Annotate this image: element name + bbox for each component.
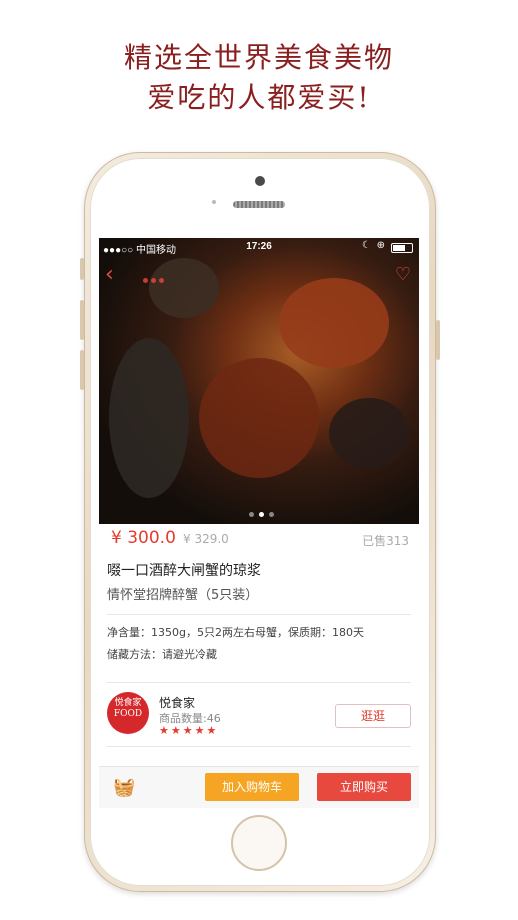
crab-leg-shape xyxy=(109,338,189,498)
shop-rating-stars: ★★★★★ xyxy=(159,724,219,737)
volume-down-button xyxy=(80,350,84,390)
proximity-sensor xyxy=(212,200,216,204)
promo-headline-line1: 精选全世界美食美物 xyxy=(123,41,394,74)
shop-name[interactable]: 悦食家 xyxy=(159,694,195,711)
promo-headline-line2: 爱吃的人都爱买! xyxy=(147,81,371,114)
product-spec: 净含量：1350g，5只2两左右母蟹，保质期：180天 xyxy=(107,626,364,639)
crab-body-shape xyxy=(199,358,319,478)
mute-switch xyxy=(80,258,84,280)
pager-dot xyxy=(269,512,274,517)
current-price: ¥ 300.0 xyxy=(111,528,176,548)
pager-dot-active xyxy=(259,512,264,517)
crab-shell-shape xyxy=(149,258,219,318)
crab-claw-shape xyxy=(329,398,409,468)
bottom-action-bar: 🧺 加入购物车 立即购买 xyxy=(99,766,419,808)
favorite-heart-icon[interactable]: ♡ xyxy=(395,264,411,285)
pager-dot xyxy=(249,512,254,517)
visit-shop-button[interactable]: 逛逛 xyxy=(335,704,411,728)
original-price: ¥ 329.0 xyxy=(183,532,229,546)
shop-logo-text: 悦食家 xyxy=(114,698,142,708)
shop-logo-subtext: FOOD xyxy=(113,709,143,719)
app-screen: ●●●○○ 中国移动 17:26 ☾ ⊕ ‹ ♡ ¥ 300.0 ¥ 329.0… xyxy=(99,238,419,808)
home-button[interactable] xyxy=(231,815,287,871)
product-storage: 储藏方法：请避光冷藏 xyxy=(107,648,217,661)
image-pager xyxy=(249,502,279,521)
earpiece-speaker xyxy=(233,201,285,208)
price-row: ¥ 300.0 ¥ 329.0 已售313 xyxy=(99,528,419,550)
divider xyxy=(107,682,411,683)
divider xyxy=(107,746,411,747)
battery-icon xyxy=(391,243,413,253)
power-button xyxy=(436,320,440,360)
front-camera xyxy=(255,176,265,186)
divider xyxy=(107,614,411,615)
product-subtitle: 情怀堂招牌醉蟹（5只装） xyxy=(107,588,259,603)
crab-meat-shape xyxy=(279,278,389,368)
back-chevron-icon[interactable]: ‹ xyxy=(105,262,114,287)
do-not-disturb-icon: ☾ xyxy=(362,240,371,251)
sold-count: 已售313 xyxy=(362,534,409,548)
product-title: 啜一口酒醉大闸蟹的琼浆 xyxy=(107,563,261,579)
shop-logo[interactable]: 悦食家 FOOD xyxy=(107,692,149,734)
orientation-lock-icon: ⊕ xyxy=(376,240,385,251)
status-bar: ●●●○○ 中国移动 17:26 ☾ ⊕ xyxy=(99,238,419,256)
buy-now-button[interactable]: 立即购买 xyxy=(317,773,411,801)
volume-up-button xyxy=(80,300,84,340)
shopping-basket-icon[interactable]: 🧺 xyxy=(113,777,135,798)
product-image[interactable]: ●●●○○ 中国移动 17:26 ☾ ⊕ ‹ ♡ xyxy=(99,238,419,524)
more-dots-icon[interactable] xyxy=(143,268,167,287)
status-time: 17:26 xyxy=(246,241,272,252)
add-to-cart-button[interactable]: 加入购物车 xyxy=(205,773,299,801)
